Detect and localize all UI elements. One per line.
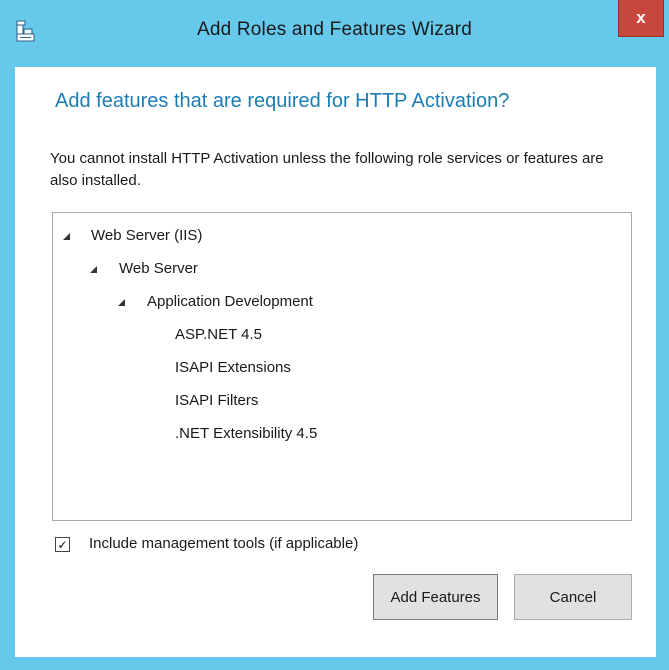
tree-node-isapi-filters[interactable]: ISAPI Filters bbox=[175, 392, 258, 409]
tree-node-application-development[interactable]: Application Development bbox=[147, 293, 313, 310]
tree-node-web-server[interactable]: Web Server bbox=[119, 260, 198, 277]
tree-node-net-extensibility[interactable]: .NET Extensibility 4.5 bbox=[175, 425, 317, 442]
title-bar[interactable]: Add Roles and Features Wizard x bbox=[0, 0, 669, 67]
cancel-button[interactable]: Cancel bbox=[514, 574, 632, 620]
dialog-description: You cannot install HTTP Activation unles… bbox=[50, 150, 604, 189]
expanded-triangle-icon[interactable] bbox=[63, 233, 70, 240]
tree-node-web-server-iis[interactable]: Web Server (IIS) bbox=[91, 227, 202, 244]
expanded-triangle-icon[interactable] bbox=[118, 299, 125, 306]
close-icon: x bbox=[636, 8, 646, 27]
close-button[interactable]: x bbox=[618, 0, 664, 37]
include-management-tools-checkbox[interactable]: ✓ bbox=[55, 537, 70, 552]
dialog-heading: Add features that are required for HTTP … bbox=[55, 90, 510, 112]
dialog-body: Add features that are required for HTTP … bbox=[15, 67, 656, 657]
include-management-tools-label[interactable]: Include management tools (if applicable) bbox=[89, 535, 358, 552]
checkmark-icon: ✓ bbox=[57, 537, 68, 552]
add-features-button[interactable]: Add Features bbox=[373, 574, 498, 620]
expanded-triangle-icon[interactable] bbox=[90, 266, 97, 273]
tree-node-aspnet[interactable]: ASP.NET 4.5 bbox=[175, 326, 262, 343]
window-title: Add Roles and Features Wizard bbox=[196, 19, 473, 40]
dialog-window: Add Roles and Features Wizard x Add feat… bbox=[0, 0, 669, 670]
required-features-tree[interactable]: Web Server (IIS) Web Server Application … bbox=[52, 212, 632, 521]
tree-node-isapi-extensions[interactable]: ISAPI Extensions bbox=[175, 359, 291, 376]
